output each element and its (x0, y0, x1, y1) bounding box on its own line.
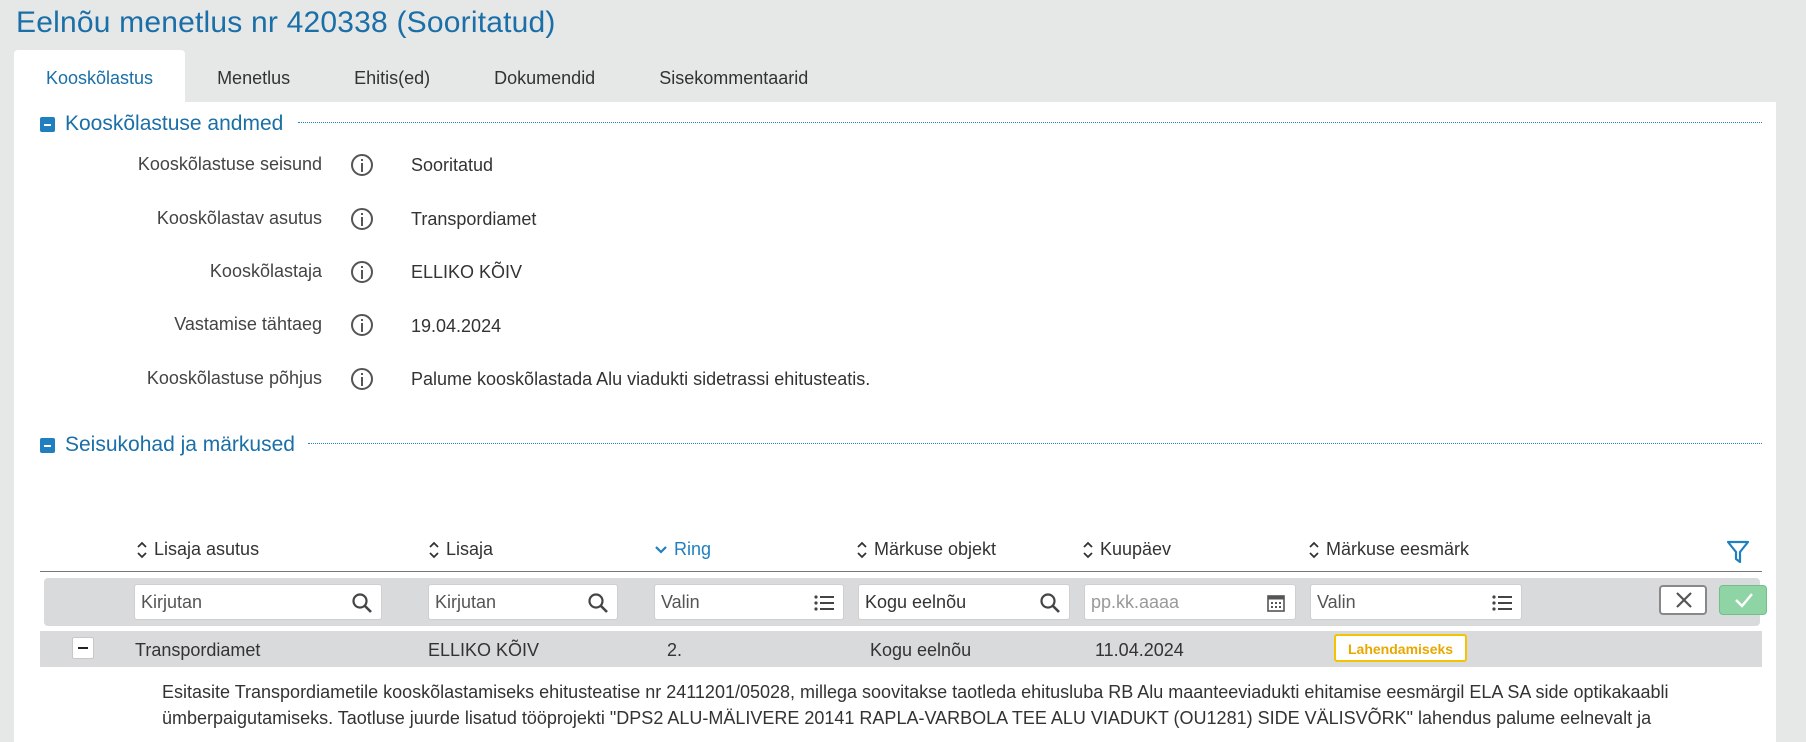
column-header-kuupaev[interactable]: Kuupäev (1082, 539, 1171, 560)
sort-descending-icon (655, 545, 667, 554)
remark-text: Esitasite Transpordiametile kooskõlastam… (162, 682, 1669, 728)
cell-author: ELLIKO KÕIV (428, 640, 540, 660)
field-value-pohjus: Palume kooskõlastada Alu viadukti sidetr… (411, 369, 871, 389)
filter-lisaja-asutus-input[interactable] (135, 585, 381, 619)
filter-ring[interactable] (654, 584, 844, 620)
status-badge: Lahendamiseks (1334, 634, 1468, 662)
column-header-markuse-objekt[interactable]: Märkuse objekt (856, 539, 996, 560)
cell-agency: Transpordiamet (135, 640, 261, 660)
close-icon (1676, 592, 1692, 608)
calendar-icon[interactable] (1265, 592, 1287, 614)
cell-date: 11.04.2024 (1095, 640, 1184, 660)
section-divider (298, 122, 1762, 123)
field-label-pohjus: Kooskõlastuse põhjus (146, 368, 322, 388)
content-panel: Kooskõlastuse andmed Kooskõlastuse seisu… (14, 102, 1776, 742)
cell-round: 2. (667, 640, 683, 660)
tab-sisekommentaarid[interactable]: Sisekommentaarid (627, 50, 840, 102)
filter-icon[interactable] (1726, 539, 1750, 565)
column-label: Märkuse eesmärk (1326, 539, 1470, 559)
column-label: Kuupäev (1100, 539, 1172, 559)
filter-kuupaev-input[interactable] (1085, 585, 1295, 619)
field-label-kooskolastaja: Kooskõlastaja (209, 261, 322, 281)
column-label: Märkuse objekt (874, 539, 997, 559)
tab-dokumendid[interactable]: Dokumendid (462, 50, 627, 102)
filter-bar (44, 578, 1767, 626)
field-value-kooskolastaja: ELLIKO KÕIV (411, 262, 523, 282)
collapse-row-icon[interactable] (72, 637, 94, 659)
field-label-asutus: Kooskõlastav asutus (156, 208, 322, 228)
info-icon[interactable] (351, 314, 373, 336)
tab-menetlus[interactable]: Menetlus (185, 50, 322, 102)
tab-ehitised[interactable]: Ehitis(ed) (322, 50, 462, 102)
section-header-remarks[interactable]: Seisukohad ja märkused (40, 433, 295, 457)
header-divider (40, 571, 1762, 572)
search-icon[interactable] (1039, 592, 1061, 614)
tab-kooskolastus[interactable]: Kooskõlastus (14, 50, 186, 102)
field-value-asutus: Transpordiamet (411, 209, 537, 229)
column-header-ring[interactable]: Ring (654, 539, 711, 560)
column-header-lisaja[interactable]: Lisaja (428, 539, 493, 560)
filter-markuse-objekt[interactable] (858, 584, 1070, 620)
info-icon[interactable] (351, 208, 373, 230)
section-header-details[interactable]: Kooskõlastuse andmed (40, 112, 283, 136)
page-title: Eelnõu menetlus nr 420338 (Sooritatud) (16, 6, 556, 39)
apply-filters-button[interactable] (1719, 585, 1767, 615)
sort-icon (137, 541, 147, 558)
section-divider (308, 443, 1762, 444)
search-icon[interactable] (351, 592, 373, 614)
collapse-icon[interactable] (40, 437, 55, 453)
tab-bar: Kooskõlastus Menetlus Ehitis(ed) Dokumen… (14, 50, 840, 102)
collapse-icon[interactable] (40, 116, 55, 132)
sort-icon (1083, 541, 1093, 558)
clear-filters-button[interactable] (1659, 585, 1707, 615)
checkmark-icon (1735, 593, 1753, 608)
filter-markuse-eesmark[interactable] (1310, 584, 1522, 620)
search-icon[interactable] (587, 592, 609, 614)
column-label: Ring (674, 539, 712, 559)
cell-object: Kogu eelnõu (870, 640, 972, 660)
column-header-markuse-eesmark[interactable]: Märkuse eesmärk (1308, 539, 1469, 560)
info-icon[interactable] (351, 261, 373, 283)
field-value-tahtaeg: 19.04.2024 (411, 316, 502, 336)
sort-icon (1309, 541, 1319, 558)
section-title: Kooskõlastuse andmed (65, 112, 284, 135)
filter-lisaja[interactable] (428, 584, 618, 620)
section-title: Seisukohad ja märkused (65, 433, 295, 456)
info-icon[interactable] (351, 368, 373, 390)
field-label-seisund: Kooskõlastuse seisund (137, 154, 322, 174)
filter-markuse-objekt-input[interactable] (859, 585, 1069, 619)
filter-kuupaev[interactable] (1084, 584, 1296, 620)
filter-lisaja-asutus[interactable] (134, 584, 382, 620)
column-label: Lisaja (446, 539, 494, 559)
list-icon[interactable] (813, 592, 835, 614)
list-icon[interactable] (1491, 592, 1513, 614)
column-label: Lisaja asutus (154, 539, 260, 559)
table-row[interactable]: Transpordiamet ELLIKO KÕIV 2. Kogu eelnõ… (40, 631, 1762, 667)
field-label-tahtaeg: Vastamise tähtaeg (174, 314, 322, 334)
filter-markuse-eesmark-select[interactable] (1311, 585, 1521, 619)
info-icon[interactable] (351, 154, 373, 176)
field-value-seisund: Sooritatud (411, 155, 494, 175)
column-header-lisaja-asutus[interactable]: Lisaja asutus (136, 539, 259, 560)
sort-icon (857, 541, 867, 558)
sort-icon (429, 541, 439, 558)
